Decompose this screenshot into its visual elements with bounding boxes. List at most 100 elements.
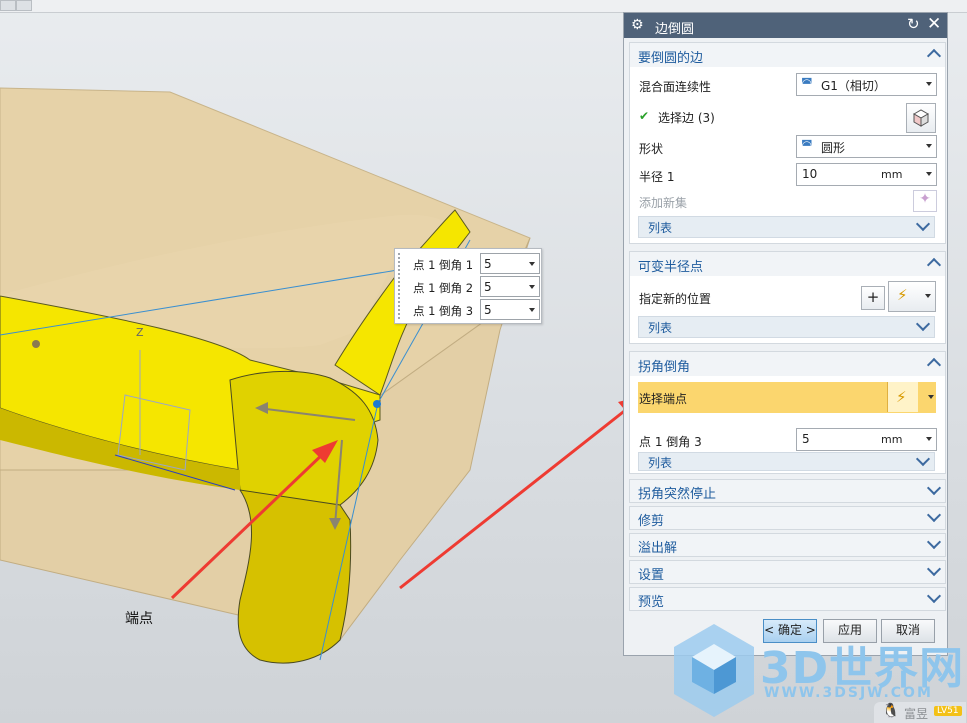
shape-label: 形状 xyxy=(639,142,664,156)
watermark: 3D世界网 WWW.3DSJW.COM 🐧 富昱 LV51 xyxy=(666,622,966,723)
popup-row-label: 点 1 倒角 1 xyxy=(413,258,474,272)
cube-select-icon[interactable] xyxy=(906,103,936,133)
list-label: 列表 xyxy=(648,221,673,235)
section-title: 拐角突然停止 xyxy=(638,487,717,502)
popup-row-label: 点 1 倒角 2 xyxy=(413,281,474,295)
watermark-url: WWW.3DSJW.COM xyxy=(764,685,933,701)
section-header[interactable]: 可变半径点 xyxy=(630,252,945,276)
section-title: 预览 xyxy=(638,595,665,610)
point-setback-unit: mm xyxy=(881,433,903,446)
radius-input[interactable]: 10 mm xyxy=(796,163,937,186)
user-level-badge: LV51 xyxy=(934,706,962,716)
chevron-down-icon xyxy=(926,534,942,550)
dropdown-arrow-icon xyxy=(529,308,535,312)
list-expander[interactable]: 列表 xyxy=(638,216,935,238)
section-title: 可变半径点 xyxy=(638,260,704,275)
chevron-up-icon xyxy=(926,257,942,273)
user-chip: 🐧 富昱 LV51 xyxy=(874,702,966,723)
point-setback-value: 5 xyxy=(802,432,810,446)
popup-value: 5 xyxy=(484,257,492,271)
snap-point-icon[interactable]: ⚡ xyxy=(887,382,918,412)
section-title: 拐角倒角 xyxy=(638,360,691,375)
user-name: 富昱 xyxy=(904,707,929,721)
section-corner-setback: 拐角倒角 选择端点 ⚡ 点 1 倒角 3 5 mm 列表 xyxy=(629,351,946,474)
dropdown-arrow-icon xyxy=(925,294,931,298)
popup-row-label: 点 1 倒角 3 xyxy=(413,304,474,318)
section-title: 修剪 xyxy=(638,514,665,529)
chevron-down-icon xyxy=(915,451,931,467)
edge-point-marker[interactable] xyxy=(32,340,40,348)
continuity-icon: ◚ xyxy=(801,76,813,90)
snap-point-icon[interactable]: ⚡ xyxy=(888,281,936,312)
chevron-down-icon xyxy=(915,216,931,232)
add-set-icon[interactable]: ✦ xyxy=(913,190,937,212)
popup-value-dropdown[interactable]: 5 xyxy=(480,276,540,297)
list-label: 列表 xyxy=(648,456,673,470)
chevron-up-icon xyxy=(926,48,942,64)
dropdown-arrow-icon xyxy=(529,285,535,289)
section-header[interactable]: 拐角倒角 xyxy=(630,352,945,376)
dialog-title-bar[interactable]: ⚙ 边倒圆 ↻ ✕ xyxy=(624,13,947,38)
svg-text:Z: Z xyxy=(136,326,144,339)
gear-icon[interactable]: ⚙ xyxy=(631,17,644,33)
dropdown-arrow-icon xyxy=(926,437,932,441)
section-edges: 要倒圆的边 混合面连续性 ◚ G1（相切） ✔ 选择边 (3) 形状 ◚ 圆形 … xyxy=(629,42,946,244)
chevron-down-icon xyxy=(915,316,931,332)
chevron-down-icon xyxy=(926,480,942,496)
section-overflow[interactable]: 溢出解 xyxy=(629,533,946,557)
section-settings[interactable]: 设置 xyxy=(629,560,946,584)
section-header[interactable]: 要倒圆的边 xyxy=(630,43,945,67)
watermark-logo xyxy=(674,624,754,717)
close-icon[interactable]: ✕ xyxy=(927,14,941,34)
select-endpoint-label: 选择端点 xyxy=(639,392,688,406)
corner-setback-popup: 点 1 倒角 1 5 点 1 倒角 2 5 点 1 倒角 3 5 xyxy=(394,248,542,324)
select-endpoint-row[interactable]: 选择端点 ⚡ xyxy=(638,382,936,413)
dropdown-arrow-icon xyxy=(529,262,535,266)
fillet-band-down xyxy=(237,489,352,664)
dropdown-arrow-icon[interactable] xyxy=(928,395,934,399)
section-title: 设置 xyxy=(638,568,665,583)
continuity-value: G1（相切） xyxy=(821,79,886,93)
select-edge-label[interactable]: 选择边 (3) xyxy=(658,109,715,126)
shape-value: 圆形 xyxy=(821,141,846,155)
dropdown-arrow-icon xyxy=(926,172,932,176)
dropdown-arrow-icon xyxy=(926,82,932,86)
edge-blend-dialog: ⚙ 边倒圆 ↻ ✕ 要倒圆的边 混合面连续性 ◚ G1（相切） ✔ 选择边 (3… xyxy=(623,12,948,656)
drag-grip[interactable] xyxy=(397,252,401,320)
popup-value-dropdown[interactable]: 5 xyxy=(480,299,540,320)
list-label: 列表 xyxy=(648,321,673,335)
popup-value-dropdown[interactable]: 5 xyxy=(480,253,540,274)
penguin-icon: 🐧 xyxy=(882,703,900,719)
radius-unit: mm xyxy=(881,168,903,181)
list-expander[interactable]: 列表 xyxy=(638,451,935,471)
checkmark-icon: ✔ xyxy=(639,109,650,123)
chevron-down-icon xyxy=(926,507,942,523)
shape-select[interactable]: ◚ 圆形 xyxy=(796,135,937,158)
endpoint-marker[interactable] xyxy=(373,400,381,408)
chevron-down-icon xyxy=(926,561,942,577)
dialog-title: 边倒圆 xyxy=(655,22,695,37)
chevron-down-icon xyxy=(926,588,942,604)
radius-value: 10 xyxy=(802,167,818,181)
endpoint-annotation-label: 端点 xyxy=(125,611,153,627)
section-variable-radius: 可变半径点 指定新的位置 + ⚡ 列表 xyxy=(629,251,946,344)
add-new-set-label: 添加新集 xyxy=(639,196,688,210)
section-corner-stop[interactable]: 拐角突然停止 xyxy=(629,479,946,503)
continuity-select[interactable]: ◚ G1（相切） xyxy=(796,73,937,96)
radius-label: 半径 1 xyxy=(639,170,675,184)
chevron-up-icon xyxy=(926,357,942,373)
point-dialog-icon[interactable]: + xyxy=(861,286,885,310)
reset-icon[interactable]: ↻ xyxy=(907,15,920,33)
point-setback-input[interactable]: 5 mm xyxy=(796,428,937,451)
dropdown-arrow-icon xyxy=(926,144,932,148)
point-setback-label: 点 1 倒角 3 xyxy=(639,435,702,449)
section-preview[interactable]: 预览 xyxy=(629,587,946,611)
list-expander[interactable]: 列表 xyxy=(638,316,935,338)
section-title: 要倒圆的边 xyxy=(638,51,704,66)
specify-location-label: 指定新的位置 xyxy=(639,292,712,306)
popup-value: 5 xyxy=(484,303,492,317)
section-title: 溢出解 xyxy=(638,541,678,556)
continuity-label: 混合面连续性 xyxy=(639,80,712,94)
shape-icon: ◚ xyxy=(801,138,813,152)
section-trim[interactable]: 修剪 xyxy=(629,506,946,530)
